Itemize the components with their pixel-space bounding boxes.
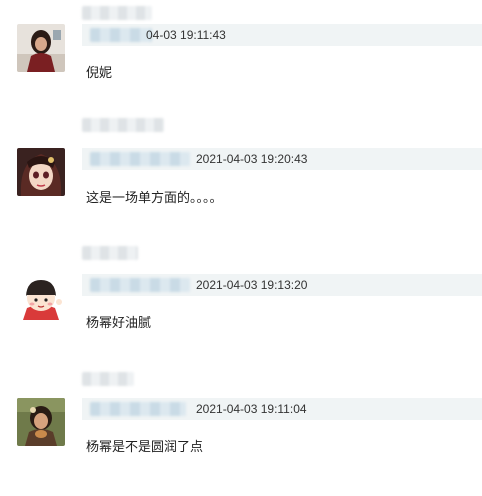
user-avatar-3[interactable] — [17, 272, 65, 320]
comment-text: 这是一场单方面的。。。。 — [86, 190, 223, 205]
comment-meta-bar: 04-03 19:11:43 — [82, 24, 482, 46]
blurred-username-header — [82, 118, 164, 132]
blurred-username[interactable] — [90, 402, 186, 416]
comment-meta-bar: 2021-04-03 19:20:43 — [82, 148, 482, 170]
user-avatar-chibi-cartoon-icon — [17, 272, 65, 320]
comment-text: 杨幂是不是圆润了点 — [86, 439, 204, 454]
comment-timestamp: 2021-04-03 19:20:43 — [196, 152, 308, 166]
comment-timestamp: 2021-04-03 19:11:04 — [196, 402, 307, 416]
comment-timestamp: 2021-04-03 19:13:20 — [196, 278, 308, 292]
user-avatar-2[interactable] — [17, 148, 65, 196]
blurred-username[interactable] — [90, 28, 152, 42]
comment-text: 倪妮 — [86, 65, 113, 80]
user-avatar-1[interactable] — [17, 24, 65, 72]
user-avatar-cartoon-girl-icon — [17, 148, 65, 196]
user-avatar-photo-icon — [17, 24, 65, 72]
comment-text: 杨幂好油腻 — [86, 315, 152, 330]
blurred-username-header — [82, 246, 138, 260]
blurred-username[interactable] — [90, 152, 190, 166]
comment-timestamp: 04-03 19:11:43 — [146, 28, 226, 42]
user-avatar-photo-icon — [17, 398, 65, 446]
blurred-username-header — [82, 372, 134, 386]
comment-meta-bar: 2021-04-03 19:13:20 — [82, 274, 482, 296]
blurred-username[interactable] — [90, 278, 190, 292]
comment-meta-bar: 2021-04-03 19:11:04 — [82, 398, 482, 420]
user-avatar-4[interactable] — [17, 398, 65, 446]
blurred-username-header — [82, 6, 152, 20]
